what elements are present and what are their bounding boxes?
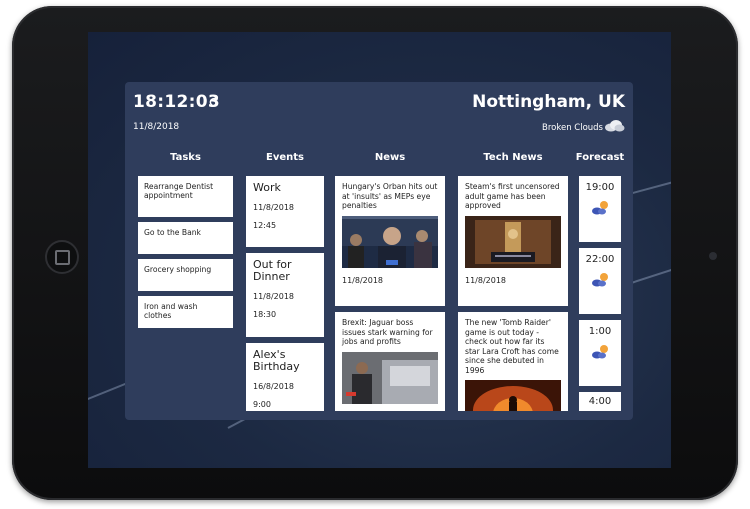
event-card[interactable]: Alex's Birthday 16/8/2018 9:00 bbox=[246, 343, 324, 411]
camera-icon bbox=[709, 252, 717, 260]
event-date: 16/8/2018 bbox=[253, 382, 295, 391]
home-square-icon bbox=[55, 250, 70, 265]
cloud-icon bbox=[605, 120, 625, 132]
forecast-time: 1:00 bbox=[588, 326, 612, 337]
news-heading: News bbox=[374, 152, 406, 163]
tech-news-headline: The new 'Tomb Raider' game is out today … bbox=[465, 318, 559, 375]
event-title: Out for Dinner bbox=[253, 258, 292, 283]
forecast-card: 4:00 bbox=[579, 392, 621, 411]
dashboard-screen: 18:12:03 11/8/2018 Nottingham, UK Broken… bbox=[88, 32, 671, 468]
news-card[interactable]: Brexit: Jaguar boss issues stark warning… bbox=[335, 312, 445, 411]
task-card[interactable]: Iron and wash clothes bbox=[138, 296, 233, 328]
news-photo bbox=[342, 215, 438, 268]
event-time: 9:00 bbox=[253, 400, 271, 409]
forecast-card: 22:00 bbox=[579, 248, 621, 314]
task-card[interactable]: Go to the Bank bbox=[138, 222, 233, 254]
event-time: 18:30 bbox=[253, 310, 277, 319]
city-name: Nottingham, UK bbox=[472, 92, 625, 112]
forecast-time: 19:00 bbox=[585, 182, 615, 193]
news-date: 11/8/2018 bbox=[342, 275, 384, 285]
task-card[interactable]: Grocery shopping bbox=[138, 259, 233, 291]
cloud-sun-icon bbox=[592, 345, 608, 359]
event-title: Alex's Birthday bbox=[253, 348, 300, 373]
tech-news-date: 11/8/2018 bbox=[465, 275, 507, 285]
event-card[interactable]: Work 11/8/2018 12:45 bbox=[246, 176, 324, 247]
tech-news-card[interactable]: Steam's first uncensored adult game has … bbox=[458, 176, 568, 306]
forecast-heading: Forecast bbox=[575, 152, 625, 163]
refresh-icon[interactable] bbox=[209, 97, 219, 107]
clock: 18:12:03 bbox=[133, 92, 220, 112]
news-card[interactable]: Hungary's Orban hits out at 'insults' as… bbox=[335, 176, 445, 306]
tasks-heading: Tasks bbox=[170, 152, 201, 163]
cloud-sun-icon bbox=[592, 273, 608, 287]
event-card[interactable]: Out for Dinner 11/8/2018 18:30 bbox=[246, 253, 324, 337]
event-date: 11/8/2018 bbox=[253, 203, 295, 212]
event-time: 12:45 bbox=[253, 221, 277, 230]
tech-news-photo bbox=[465, 215, 561, 268]
tech-news-headline: Steam's first uncensored adult game has … bbox=[465, 182, 560, 210]
event-title: Work bbox=[253, 181, 281, 194]
weather-description: Broken Clouds bbox=[542, 123, 603, 133]
cloud-sun-icon bbox=[592, 201, 608, 215]
news-headline: Hungary's Orban hits out at 'insults' as… bbox=[342, 182, 438, 210]
events-heading: Events bbox=[266, 152, 304, 163]
forecast-card: 1:00 bbox=[579, 320, 621, 386]
dashboard-panel: 18:12:03 11/8/2018 Nottingham, UK Broken… bbox=[125, 82, 633, 420]
task-card[interactable]: Rearrange Dentist appointment bbox=[138, 176, 233, 217]
current-date: 11/8/2018 bbox=[133, 122, 180, 132]
forecast-time: 22:00 bbox=[585, 254, 615, 265]
tech-news-heading: Tech News bbox=[483, 152, 543, 163]
tech-news-card[interactable]: The new 'Tomb Raider' game is out today … bbox=[458, 312, 568, 411]
news-photo bbox=[342, 351, 438, 404]
home-button[interactable] bbox=[45, 240, 79, 274]
forecast-card: 19:00 bbox=[579, 176, 621, 242]
event-date: 11/8/2018 bbox=[253, 292, 295, 301]
forecast-time: 4:00 bbox=[588, 396, 612, 407]
news-headline: Brexit: Jaguar boss issues stark warning… bbox=[342, 318, 433, 346]
tech-news-photo bbox=[465, 380, 561, 411]
